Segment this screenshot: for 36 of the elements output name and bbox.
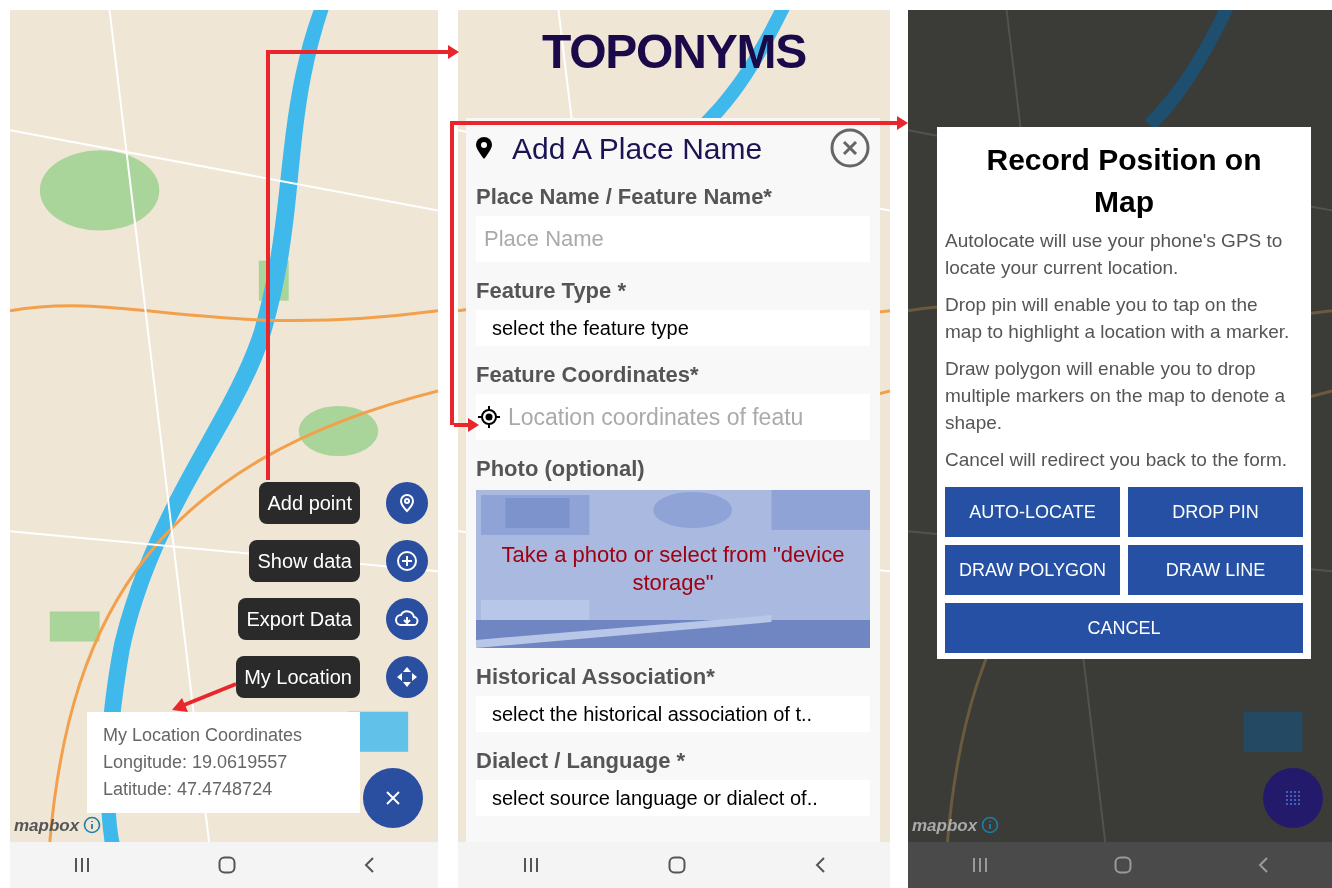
info-icon[interactable] [83, 816, 102, 835]
dialog-button[interactable]: AUTO-LOCATE [945, 487, 1120, 537]
dialog-button[interactable]: CANCEL [945, 603, 1303, 653]
latitude-text: Latitude: 47.4748724 [103, 778, 274, 801]
action-label: Add point [259, 482, 360, 524]
close-icon [385, 790, 401, 806]
info-icon[interactable] [981, 816, 1000, 835]
back-icon[interactable] [814, 856, 826, 874]
grid-dots-icon [1286, 791, 1300, 805]
home-icon[interactable] [218, 856, 236, 874]
dialog-paragraph: Autolocate will use your phone's GPS to locate your current location. [945, 229, 1284, 280]
mapbox-logo[interactable]: mapbox [912, 812, 978, 838]
home-icon[interactable] [1114, 856, 1132, 874]
move-icon [396, 666, 418, 688]
dialog-paragraph: Cancel will redirect you back to the form. [945, 448, 1289, 472]
back-icon[interactable] [362, 856, 375, 874]
longitude-text: Longitude: 19.0619557 [103, 751, 289, 774]
dialog-button[interactable]: DRAW POLYGON [945, 545, 1120, 595]
add-icon [396, 550, 418, 572]
recent-apps-icon[interactable] [970, 857, 989, 873]
action-label: Export Data [238, 598, 360, 640]
recent-apps-icon[interactable] [73, 857, 92, 873]
cloud-download-icon [395, 609, 419, 629]
dialog-button[interactable]: DRAW LINE [1128, 545, 1303, 595]
action-label: Show data [249, 540, 360, 582]
recent-apps-icon[interactable] [522, 857, 540, 873]
dialog-button[interactable]: DROP PIN [1128, 487, 1303, 537]
back-icon[interactable] [1257, 856, 1270, 874]
location-title: My Location Coordinates [103, 724, 304, 747]
home-icon[interactable] [668, 856, 686, 874]
map-pin-icon [397, 493, 417, 513]
action-label: My Location [236, 656, 360, 698]
dialog-title: Record Position on Map [985, 142, 1263, 220]
dialog-paragraph: Drop pin will enable you to tap on the map to highlight a location with a marker. [945, 293, 1291, 344]
dialog-paragraph: Draw polygon will enable you to drop multiple markers on the map to denote a shape. [945, 357, 1287, 435]
annotation-arrow [172, 682, 237, 712]
